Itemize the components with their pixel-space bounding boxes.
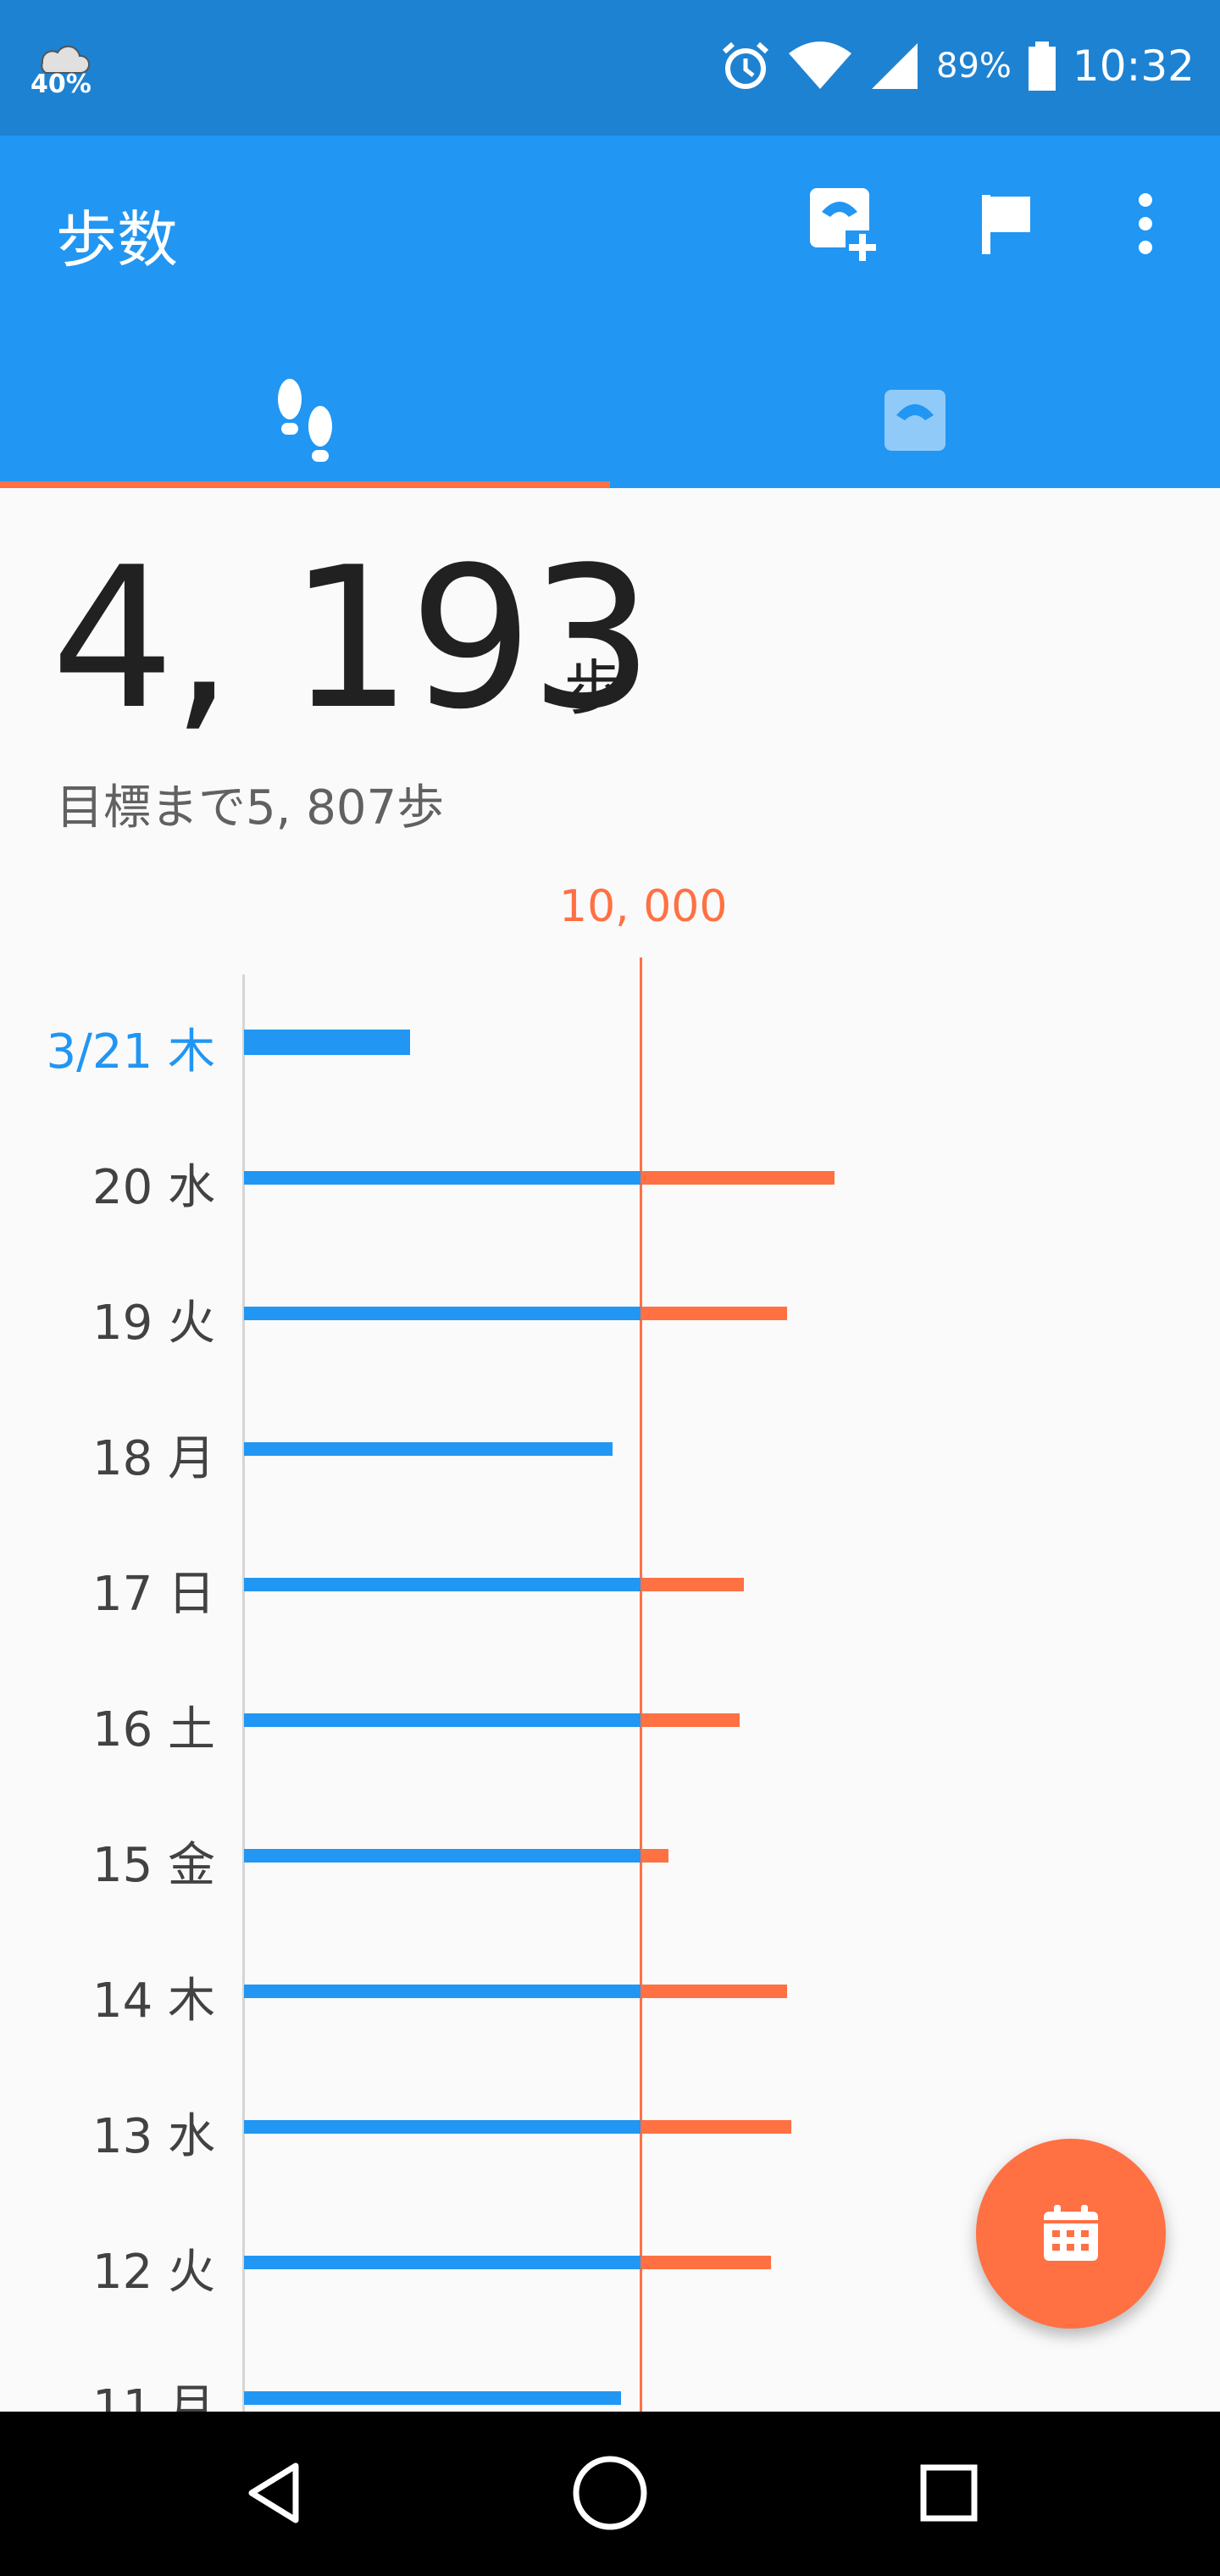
more-options-button[interactable] bbox=[1098, 176, 1193, 271]
status-icons: 89% 10:32 bbox=[719, 32, 1195, 100]
goal-label: 10, 000 bbox=[559, 881, 728, 932]
calendar-fab[interactable] bbox=[976, 2139, 1166, 2329]
steps-bar[interactable] bbox=[244, 1578, 640, 1591]
over-goal-bar[interactable] bbox=[640, 1849, 668, 1863]
steps-bar[interactable] bbox=[244, 2120, 640, 2134]
steps-count: 4, 193 bbox=[51, 526, 654, 752]
battery-icon bbox=[1028, 42, 1056, 91]
steps-unit: 歩 bbox=[564, 653, 624, 723]
back-icon bbox=[248, 2462, 299, 2523]
more-vert-icon bbox=[1139, 193, 1152, 254]
footsteps-icon bbox=[278, 379, 332, 462]
steps-remaining: 目標まで5, 807歩 bbox=[56, 780, 445, 836]
steps-bar[interactable] bbox=[244, 1030, 411, 1055]
day-label: 15 金 bbox=[92, 1838, 215, 1893]
day-label: 19 火 bbox=[92, 1296, 215, 1351]
day-label: 12 火 bbox=[92, 2245, 215, 2300]
tab-weight[interactable] bbox=[610, 353, 1220, 488]
battery-percent: 89% bbox=[936, 47, 1012, 86]
recents-icon bbox=[920, 2464, 978, 2522]
weather-percent: 40% bbox=[30, 69, 92, 99]
signal-icon bbox=[872, 43, 918, 89]
page-title: 歩数 bbox=[56, 204, 179, 275]
alarm-icon bbox=[722, 42, 769, 89]
back-button[interactable] bbox=[227, 2446, 322, 2540]
day-label: 13 水 bbox=[92, 2109, 215, 2164]
over-goal-bar[interactable] bbox=[640, 1713, 740, 1727]
calendar-icon bbox=[1044, 2205, 1098, 2261]
steps-bar[interactable] bbox=[244, 1307, 640, 1320]
scale-add-icon bbox=[810, 188, 879, 264]
home-button[interactable] bbox=[563, 2446, 657, 2540]
steps-bar[interactable] bbox=[244, 1171, 640, 1185]
tab-indicator bbox=[0, 481, 610, 488]
over-goal-bar[interactable] bbox=[640, 1307, 788, 1320]
over-goal-bar[interactable] bbox=[640, 1578, 744, 1591]
steps-bar[interactable] bbox=[244, 1985, 640, 1998]
steps-bar[interactable] bbox=[244, 1442, 613, 1456]
day-label: 17 日 bbox=[92, 1567, 215, 1622]
steps-bar[interactable] bbox=[244, 2391, 621, 2405]
day-label: 14 木 bbox=[92, 1974, 215, 2029]
day-label: 20 水 bbox=[92, 1160, 215, 1215]
day-label: 3/21 木 bbox=[46, 1024, 215, 1080]
recents-button[interactable] bbox=[901, 2446, 996, 2540]
scale-icon bbox=[884, 390, 946, 451]
over-goal-bar[interactable] bbox=[640, 2120, 791, 2134]
flag-icon bbox=[982, 195, 1030, 254]
wifi-icon bbox=[789, 42, 851, 89]
app-bar: 歩数 bbox=[0, 136, 1220, 488]
over-goal-bar[interactable] bbox=[640, 2256, 772, 2269]
day-label: 16 土 bbox=[92, 1702, 215, 1757]
clock: 10:32 bbox=[1072, 42, 1195, 91]
chart-axis bbox=[242, 974, 245, 2415]
steps-bar[interactable] bbox=[244, 2256, 640, 2269]
home-icon bbox=[573, 2456, 647, 2530]
system-nav-bar bbox=[0, 2412, 1220, 2576]
steps-bar[interactable] bbox=[244, 1849, 640, 1863]
steps-bar[interactable] bbox=[244, 1713, 640, 1727]
tab-steps[interactable] bbox=[0, 353, 610, 488]
tab-bar bbox=[0, 353, 1220, 488]
day-label: 18 月 bbox=[92, 1431, 215, 1486]
over-goal-bar[interactable] bbox=[640, 1171, 835, 1185]
add-weight-button[interactable] bbox=[796, 176, 891, 271]
goal-flag-button[interactable] bbox=[961, 176, 1056, 271]
over-goal-bar[interactable] bbox=[640, 1985, 788, 1998]
status-bar: 40% 89% 10:32 bbox=[0, 0, 1220, 136]
